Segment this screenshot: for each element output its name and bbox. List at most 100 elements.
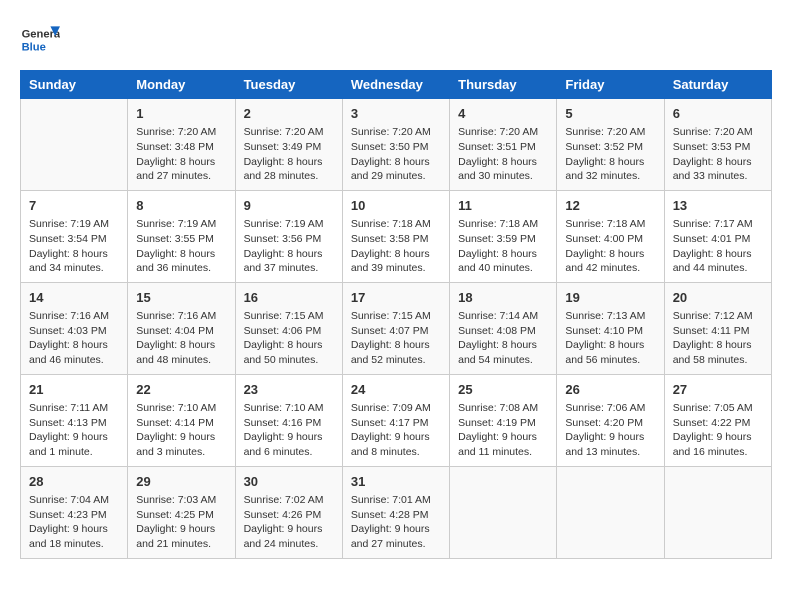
day-cell: 3 Sunrise: 7:20 AMSunset: 3:50 PMDaylight…: [342, 99, 449, 191]
header-thursday: Thursday: [450, 71, 557, 99]
day-info: Sunrise: 7:03 AMSunset: 4:25 PMDaylight:…: [136, 493, 226, 552]
day-number: 1: [136, 105, 226, 123]
day-info: Sunrise: 7:16 AMSunset: 4:03 PMDaylight:…: [29, 309, 119, 368]
day-cell: 26 Sunrise: 7:06 AMSunset: 4:20 PMDayligh…: [557, 374, 664, 466]
day-info: Sunrise: 7:19 AMSunset: 3:56 PMDaylight:…: [244, 217, 334, 276]
day-cell: 24 Sunrise: 7:09 AMSunset: 4:17 PMDayligh…: [342, 374, 449, 466]
header-saturday: Saturday: [664, 71, 771, 99]
header-friday: Friday: [557, 71, 664, 99]
day-number: 15: [136, 289, 226, 307]
week-row-3: 14Sunrise: 7:16 AMSunset: 4:03 PMDayligh…: [21, 282, 772, 374]
day-number: 6: [673, 105, 763, 123]
day-info: Sunrise: 7:01 AMSunset: 4:28 PMDaylight:…: [351, 493, 441, 552]
day-info: Sunrise: 7:13 AMSunset: 4:10 PMDaylight:…: [565, 309, 655, 368]
day-info: Sunrise: 7:19 AMSunset: 3:55 PMDaylight:…: [136, 217, 226, 276]
day-cell: 1 Sunrise: 7:20 AMSunset: 3:48 PMDaylight…: [128, 99, 235, 191]
day-cell: 2Sunrise: 7:20 AMSunset: 3:49 PMDaylight…: [235, 99, 342, 191]
day-info: Sunrise: 7:09 AMSunset: 4:17 PMDaylight:…: [351, 401, 441, 460]
day-cell: 30 Sunrise: 7:02 AMSunset: 4:26 PMDayligh…: [235, 466, 342, 558]
day-number: 5: [565, 105, 655, 123]
day-number: 28: [29, 473, 119, 491]
day-number: 7: [29, 197, 119, 215]
svg-text:Blue: Blue: [22, 41, 46, 53]
day-cell: [450, 466, 557, 558]
day-cell: 8 Sunrise: 7:19 AMSunset: 3:55 PMDaylight…: [128, 190, 235, 282]
day-number: 2: [244, 105, 334, 123]
day-number: 12: [565, 197, 655, 215]
logo: General Blue: [20, 20, 60, 60]
day-cell: 20 Sunrise: 7:12 AMSunset: 4:11 PMDayligh…: [664, 282, 771, 374]
day-number: 4: [458, 105, 548, 123]
day-cell: 25 Sunrise: 7:08 AMSunset: 4:19 PMDayligh…: [450, 374, 557, 466]
day-number: 29: [136, 473, 226, 491]
day-cell: 10 Sunrise: 7:18 AMSunset: 3:58 PMDayligh…: [342, 190, 449, 282]
day-cell: 22 Sunrise: 7:10 AMSunset: 4:14 PMDayligh…: [128, 374, 235, 466]
day-info: Sunrise: 7:12 AMSunset: 4:11 PMDaylight:…: [673, 309, 763, 368]
day-cell: 6 Sunrise: 7:20 AMSunset: 3:53 PMDaylight…: [664, 99, 771, 191]
day-info: Sunrise: 7:20 AMSunset: 3:52 PMDaylight:…: [565, 125, 655, 184]
day-cell: 7 Sunrise: 7:19 AMSunset: 3:54 PMDaylight…: [21, 190, 128, 282]
day-info: Sunrise: 7:18 AMSunset: 4:00 PMDaylight:…: [565, 217, 655, 276]
day-info: Sunrise: 7:18 AMSunset: 3:59 PMDaylight:…: [458, 217, 548, 276]
day-number: 30: [244, 473, 334, 491]
day-number: 31: [351, 473, 441, 491]
day-cell: 12 Sunrise: 7:18 AMSunset: 4:00 PMDayligh…: [557, 190, 664, 282]
header-tuesday: Tuesday: [235, 71, 342, 99]
logo-icon: General Blue: [20, 20, 60, 60]
day-cell: 11 Sunrise: 7:18 AMSunset: 3:59 PMDayligh…: [450, 190, 557, 282]
calendar-table: SundayMondayTuesdayWednesdayThursdayFrid…: [20, 70, 772, 559]
day-cell: 18Sunrise: 7:14 AMSunset: 4:08 PMDayligh…: [450, 282, 557, 374]
header-monday: Monday: [128, 71, 235, 99]
day-info: Sunrise: 7:11 AMSunset: 4:13 PMDaylight:…: [29, 401, 119, 460]
day-cell: 9Sunrise: 7:19 AMSunset: 3:56 PMDaylight…: [235, 190, 342, 282]
day-number: 16: [244, 289, 334, 307]
day-number: 13: [673, 197, 763, 215]
day-number: 20: [673, 289, 763, 307]
day-cell: 23 Sunrise: 7:10 AMSunset: 4:16 PMDayligh…: [235, 374, 342, 466]
day-number: 26: [565, 381, 655, 399]
day-info: Sunrise: 7:17 AMSunset: 4:01 PMDaylight:…: [673, 217, 763, 276]
day-info: Sunrise: 7:10 AMSunset: 4:14 PMDaylight:…: [136, 401, 226, 460]
day-cell: 5 Sunrise: 7:20 AMSunset: 3:52 PMDaylight…: [557, 99, 664, 191]
day-info: Sunrise: 7:08 AMSunset: 4:19 PMDaylight:…: [458, 401, 548, 460]
day-info: Sunrise: 7:20 AMSunset: 3:48 PMDaylight:…: [136, 125, 226, 184]
day-number: 8: [136, 197, 226, 215]
day-info: Sunrise: 7:19 AMSunset: 3:54 PMDaylight:…: [29, 217, 119, 276]
day-cell: 21 Sunrise: 7:11 AMSunset: 4:13 PMDayligh…: [21, 374, 128, 466]
day-number: 19: [565, 289, 655, 307]
day-cell: 13 Sunrise: 7:17 AMSunset: 4:01 PMDayligh…: [664, 190, 771, 282]
day-info: Sunrise: 7:02 AMSunset: 4:26 PMDaylight:…: [244, 493, 334, 552]
day-number: 3: [351, 105, 441, 123]
day-number: 25: [458, 381, 548, 399]
day-cell: [21, 99, 128, 191]
day-cell: 15Sunrise: 7:16 AMSunset: 4:04 PMDayligh…: [128, 282, 235, 374]
day-info: Sunrise: 7:20 AMSunset: 3:53 PMDaylight:…: [673, 125, 763, 184]
day-cell: 14Sunrise: 7:16 AMSunset: 4:03 PMDayligh…: [21, 282, 128, 374]
day-number: 21: [29, 381, 119, 399]
day-info: Sunrise: 7:10 AMSunset: 4:16 PMDaylight:…: [244, 401, 334, 460]
day-info: Sunrise: 7:04 AMSunset: 4:23 PMDaylight:…: [29, 493, 119, 552]
week-row-4: 21 Sunrise: 7:11 AMSunset: 4:13 PMDayligh…: [21, 374, 772, 466]
header-wednesday: Wednesday: [342, 71, 449, 99]
day-cell: 27Sunrise: 7:05 AMSunset: 4:22 PMDayligh…: [664, 374, 771, 466]
day-info: Sunrise: 7:20 AMSunset: 3:50 PMDaylight:…: [351, 125, 441, 184]
day-number: 24: [351, 381, 441, 399]
day-cell: 4Sunrise: 7:20 AMSunset: 3:51 PMDaylight…: [450, 99, 557, 191]
week-row-5: 28 Sunrise: 7:04 AMSunset: 4:23 PMDayligh…: [21, 466, 772, 558]
day-number: 18: [458, 289, 548, 307]
day-number: 22: [136, 381, 226, 399]
week-row-1: 1 Sunrise: 7:20 AMSunset: 3:48 PMDaylight…: [21, 99, 772, 191]
header-row: SundayMondayTuesdayWednesdayThursdayFrid…: [21, 71, 772, 99]
day-info: Sunrise: 7:05 AMSunset: 4:22 PMDaylight:…: [673, 401, 763, 460]
day-info: Sunrise: 7:15 AMSunset: 4:06 PMDaylight:…: [244, 309, 334, 368]
day-info: Sunrise: 7:18 AMSunset: 3:58 PMDaylight:…: [351, 217, 441, 276]
page-header: General Blue: [20, 20, 772, 60]
day-number: 11: [458, 197, 548, 215]
day-info: Sunrise: 7:06 AMSunset: 4:20 PMDaylight:…: [565, 401, 655, 460]
day-number: 10: [351, 197, 441, 215]
day-cell: [664, 466, 771, 558]
day-cell: 16 Sunrise: 7:15 AMSunset: 4:06 PMDayligh…: [235, 282, 342, 374]
day-number: 17: [351, 289, 441, 307]
day-number: 23: [244, 381, 334, 399]
header-sunday: Sunday: [21, 71, 128, 99]
